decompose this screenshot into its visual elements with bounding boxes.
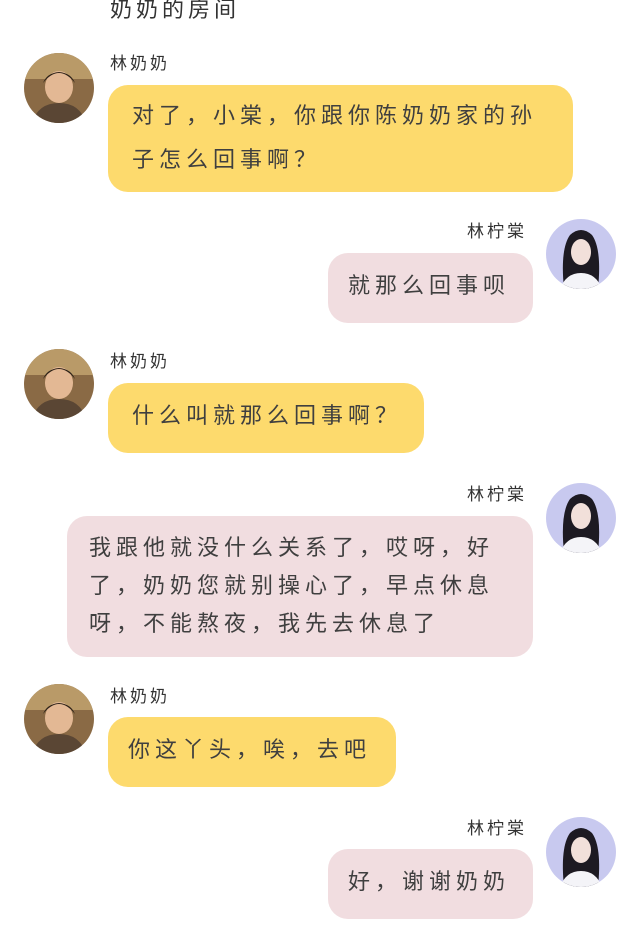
girl-avatar[interactable] [546, 817, 616, 887]
message-bubble: 对了，小棠，你跟你陈奶奶家的孙子怎么回事啊？ [108, 85, 573, 192]
message-bubble: 好，谢谢奶奶 [328, 849, 533, 919]
grandma-avatar[interactable] [24, 349, 94, 419]
message-bubble: 就那么回事呗 [328, 253, 533, 323]
sender-name: 林柠棠 [467, 222, 527, 242]
girl-avatar[interactable] [546, 219, 616, 289]
sender-name: 林柠棠 [467, 819, 527, 839]
message-bubble: 我跟他就没什么关系了，哎呀，好了，奶奶您就别操心了，早点休息呀，不能熬夜，我先去… [67, 516, 533, 657]
girl-avatar[interactable] [546, 483, 616, 553]
message-bubble: 什么叫就那么回事啊？ [108, 383, 424, 453]
message-bubble: 你这丫头，唉，去吧 [108, 717, 396, 787]
sender-name: 林奶奶 [110, 687, 170, 707]
grandma-avatar[interactable] [24, 684, 94, 754]
sender-name: 林奶奶 [110, 352, 170, 372]
grandma-avatar[interactable] [24, 53, 94, 123]
sender-name: 林柠棠 [467, 485, 527, 505]
sender-name: 林奶奶 [110, 54, 170, 74]
page-title: 奶奶的房间 [110, 0, 241, 23]
